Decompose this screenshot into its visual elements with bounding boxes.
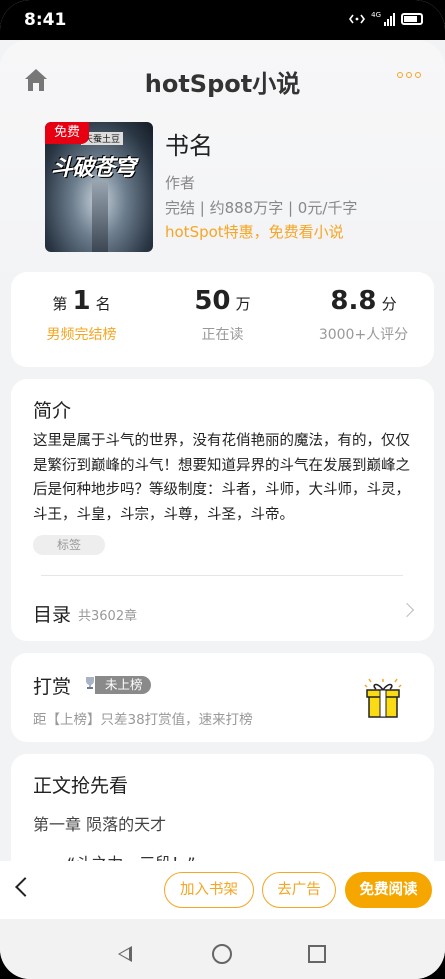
toc-label[interactable]: 目录 <box>33 600 71 627</box>
stat-rank-label: 男频完结榜 <box>46 327 117 343</box>
reward-text: 距【上榜】只差38打赏值，速来打榜 <box>33 712 253 728</box>
book-header: hotSpot小说 天蚕土豆 斗破苍穹 免费 书名 作者 完结 | 约888万字… <box>0 40 445 272</box>
stat-score-label: 3000+人评分 <box>318 327 409 343</box>
stat-score-suffix: 分 <box>381 295 397 313</box>
book-detail-page: hotSpot小说 天蚕土豆 斗破苍穹 免费 书名 作者 完结 | 约888万字… <box>0 40 445 884</box>
status-bar: 8:41 4G <box>0 0 445 40</box>
chevron-right-icon[interactable] <box>399 602 415 618</box>
rank-badge: 未上榜 <box>95 676 151 694</box>
book-author[interactable]: 作者 <box>165 172 195 193</box>
cover-tower-art <box>92 180 108 252</box>
back-icon[interactable] <box>15 877 35 897</box>
bottom-action-bar: 加入书架 去广告 免费阅读 <box>0 861 445 919</box>
free-badge: 免费 <box>45 122 89 144</box>
network-label: 4G <box>371 11 381 19</box>
stat-readers-value: 50 <box>194 286 231 316</box>
nfc-icon <box>349 14 366 24</box>
stat-rank-prefix: 第 <box>52 295 68 313</box>
toc-count[interactable]: 共3602章 <box>78 605 137 624</box>
signal-icon <box>384 12 395 26</box>
nav-back-icon[interactable] <box>118 946 132 962</box>
stat-rank[interactable]: 第 1 名 男频完结榜 <box>11 272 152 344</box>
cover-title: 斗破苍穹 <box>51 156 136 181</box>
intro-card: 简介 这里是属于斗气的世界，没有花俏艳丽的魔法，有的，仅仅是繁衍到巅峰的斗气！想… <box>11 379 434 641</box>
phone-screen: 8:41 4G hotSpot小说 天蚕土豆 斗破苍穹 免费 书名 作者 完结 … <box>0 0 445 979</box>
add-to-shelf-button[interactable]: 加入书架 <box>164 872 254 908</box>
reward-card[interactable]: 打赏 未上榜 距【上榜】只差38打赏值，速来打榜 <box>11 653 434 742</box>
more-icon[interactable] <box>397 72 421 78</box>
stat-readers-label: 正在读 <box>201 327 244 343</box>
system-nav-bar <box>0 919 445 979</box>
gift-icon[interactable] <box>361 677 405 721</box>
stat-rank-value: 1 <box>72 286 91 316</box>
book-promo: hotSpot特惠，免费看小说 <box>165 223 344 241</box>
preview-title: 正文抢先看 <box>33 775 129 797</box>
status-time: 8:41 <box>24 10 67 30</box>
book-name: 书名 <box>165 132 213 160</box>
battery-icon <box>401 13 423 25</box>
reward-title: 打赏 <box>33 676 72 698</box>
stats-card: 第 1 名 男频完结榜 50 万 正在读 8.8 分 3000+人评分 <box>11 272 434 367</box>
divider <box>41 575 403 576</box>
stat-readers-suffix: 万 <box>235 295 251 313</box>
nav-recent-icon[interactable] <box>308 945 326 963</box>
status-icons: 4G <box>349 11 423 26</box>
stat-rank-suffix: 名 <box>95 295 111 313</box>
stat-score[interactable]: 8.8 分 3000+人评分 <box>293 272 434 344</box>
remove-ads-button[interactable]: 去广告 <box>262 872 336 908</box>
nav-home-icon[interactable] <box>212 944 232 964</box>
intro-title: 简介 <box>33 400 72 422</box>
stat-score-value: 8.8 <box>330 286 377 316</box>
tag-chip[interactable]: 标签 <box>33 535 105 555</box>
free-read-button[interactable]: 免费阅读 <box>345 872 432 908</box>
book-meta: 完结 | 约888万字 | 0元/千字 <box>165 199 358 217</box>
stat-readers: 50 万 正在读 <box>152 272 293 344</box>
app-title: hotSpot小说 <box>144 70 301 98</box>
chapter-title: 第一章 陨落的天才 <box>33 815 167 834</box>
intro-text[interactable]: 这里是属于斗气的世界，没有花俏艳丽的魔法，有的，仅仅是繁衍到巅峰的斗气！想要知道… <box>33 429 413 527</box>
